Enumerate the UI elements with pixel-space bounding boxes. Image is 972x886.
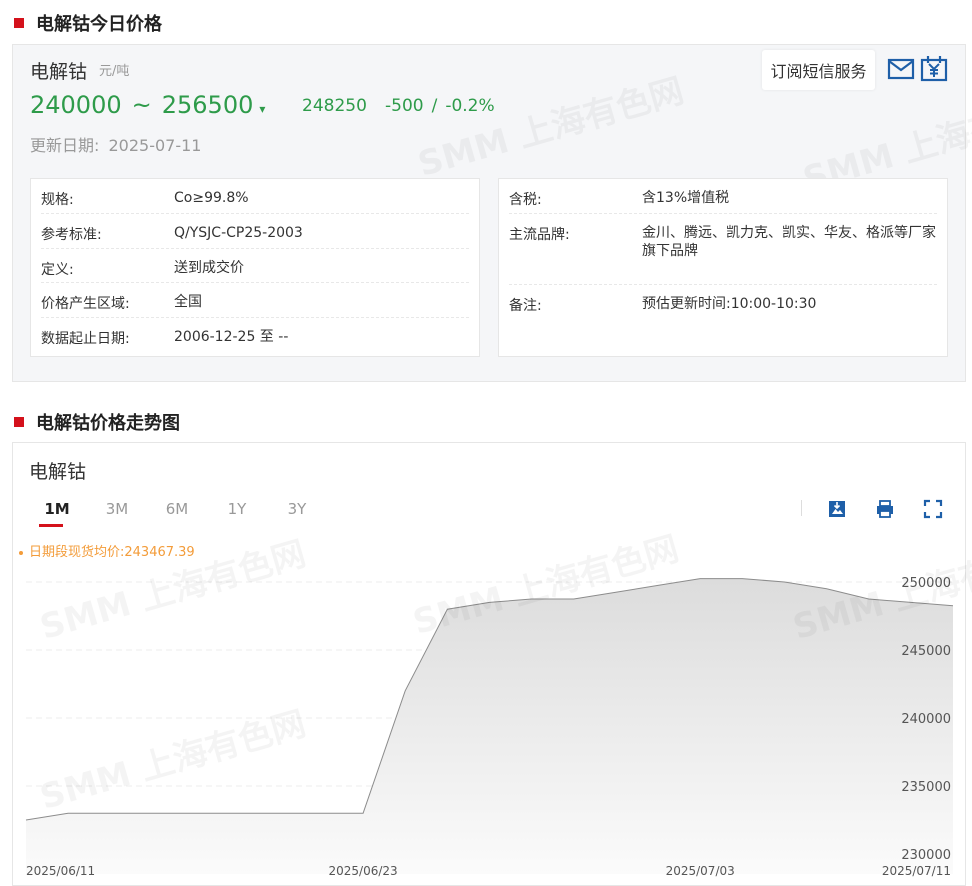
section-title-text: 电解钴今日价格 — [36, 14, 162, 35]
change-separator: / — [431, 96, 438, 116]
subscribe-sms-button[interactable]: 订阅短信服务 — [762, 50, 875, 90]
spec-value: Q/YSJC-CP25-2003 — [174, 225, 303, 241]
spec-label: 参考标准: — [41, 227, 102, 243]
product-name: 电解钴 — [30, 61, 88, 83]
spec-row: 价格产生区域: 全国 — [41, 283, 469, 318]
x-tick-label: 2025/06/23 — [329, 864, 398, 878]
spec-row: 规格: Co≥99.8% — [41, 179, 469, 214]
y-tick-label: 250000 — [901, 576, 951, 591]
spec-box-left: 规格: Co≥99.8% 参考标准: Q/YSJC-CP25-2003 定义: … — [30, 178, 480, 357]
mail-icon[interactable] — [887, 55, 915, 83]
trend-section-title: 电解钴价格走势图 — [14, 409, 180, 435]
spec-label: 规格: — [41, 192, 74, 208]
spec-value: 送到成交价 — [174, 260, 244, 276]
price-panel: 电解钴 元/吨 240000 ~ 256500 ▾ 248250 -500 / -0… — [12, 44, 972, 382]
spec-box-right: 含税: 含13%增值税 主流品牌: 金川、腾远、凯力克、凯实、华友、格派等厂家旗… — [498, 178, 948, 357]
spec-label: 主流品牌: — [509, 227, 570, 243]
watermark: SMM 上海有色网 — [412, 63, 689, 186]
spec-row: 主流品牌: 金川、腾远、凯力克、凯实、华友、格派等厂家旗下品牌 — [509, 214, 937, 285]
spec-value: 2006-12-25 至 -- — [174, 329, 289, 345]
spec-label: 数据起止日期: — [41, 331, 130, 347]
today-price-section-title: 电解钴今日价格 — [14, 10, 162, 36]
update-date: 更新日期: 2025-07-11 — [30, 132, 201, 156]
y-tick-label: 240000 — [901, 712, 951, 727]
section-mark — [14, 417, 24, 427]
y-tick-label: 230000 — [901, 848, 951, 863]
spec-row: 含税: 含13%增值税 — [509, 179, 937, 214]
y-tick-label: 245000 — [901, 644, 951, 659]
chart-panel: 电解钴 1M 3M 6M 1Y 3Y 日期段现货均价:243467.39 230… — [12, 442, 972, 886]
update-date-value: 2025-07-11 — [108, 136, 202, 155]
range-tilde: ~ — [131, 91, 152, 119]
price-area — [26, 578, 953, 874]
x-tick-label: 2025/07/03 — [666, 864, 735, 878]
down-arrow-icon: ▾ — [259, 102, 266, 116]
section-mark — [14, 18, 24, 28]
change-percent: -0.2% — [445, 96, 495, 116]
spec-label: 定义: — [41, 262, 74, 278]
section-title-text: 电解钴价格走势图 — [36, 413, 180, 434]
price-chart: 230000 235000 240000 245000 250000 2025/06/1… — [25, 576, 954, 878]
spec-row: 数据起止日期: 2006-12-25 至 -- — [41, 318, 469, 356]
spec-label: 备注: — [509, 298, 542, 314]
spec-value: 含13%增值税 — [642, 190, 730, 206]
spec-value: 金川、腾远、凯力克、凯实、华友、格派等厂家旗下品牌 — [642, 225, 936, 259]
spec-row: 定义: 送到成交价 — [41, 249, 469, 283]
change-value: -500 — [385, 96, 424, 116]
spec-label: 价格产生区域: — [41, 296, 130, 312]
price-change: -500 / -0.2% — [385, 96, 495, 116]
price-average: 248250 — [302, 96, 367, 116]
x-tick-label: 2025/07/11 — [882, 864, 951, 878]
price-high: 256500 — [161, 91, 254, 119]
spec-row: 参考标准: Q/YSJC-CP25-2003 — [41, 214, 469, 249]
x-tick-label: 2025/06/11 — [26, 864, 95, 878]
update-label: 更新日期: — [30, 136, 100, 155]
y-tick-label: 235000 — [901, 780, 951, 795]
price-low: 240000 — [30, 91, 122, 119]
spec-value: Co≥99.8% — [174, 190, 249, 206]
spec-value: 预估更新时间:10:00-10:30 — [642, 296, 817, 312]
spec-value: 全国 — [174, 294, 202, 310]
payment-calendar-icon[interactable] — [920, 55, 948, 83]
price-range: 240000 ~ 256500 ▾ — [30, 91, 265, 119]
spec-row: 备注: 预估更新时间:10:00-10:30 — [509, 285, 937, 355]
spec-label: 含税: — [509, 192, 542, 208]
price-unit: 元/吨 — [99, 64, 130, 79]
